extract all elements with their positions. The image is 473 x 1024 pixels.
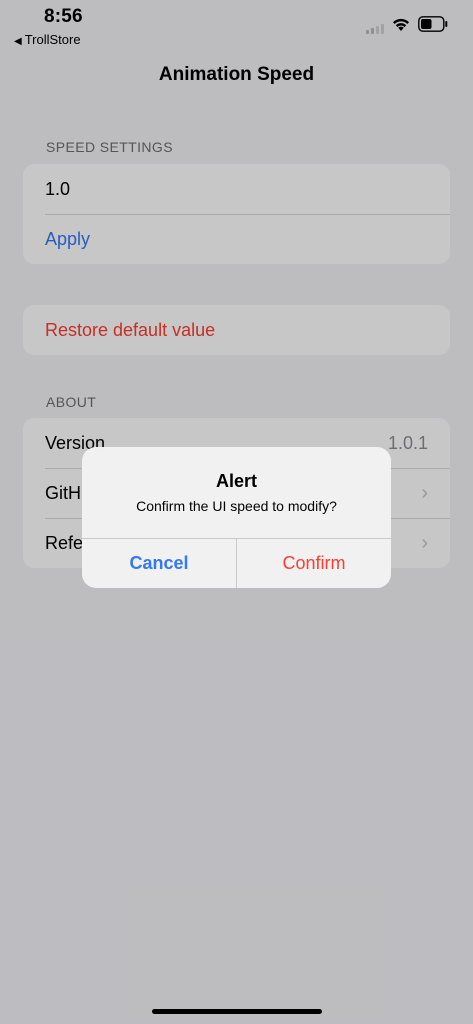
cancel-button[interactable]: Cancel (82, 539, 236, 588)
confirm-button[interactable]: Confirm (237, 539, 391, 588)
home-indicator[interactable] (152, 1009, 322, 1014)
alert-title: Alert (215, 471, 257, 491)
settings-screen: 8:56 ◀ TrollStore Animation Speed SPEED S… (0, 0, 473, 1024)
alert-message: Confirm the UI speed to modify? (136, 498, 337, 514)
alert-dialog: Alert Confirm the UI speed to modify? Ca… (82, 447, 391, 588)
